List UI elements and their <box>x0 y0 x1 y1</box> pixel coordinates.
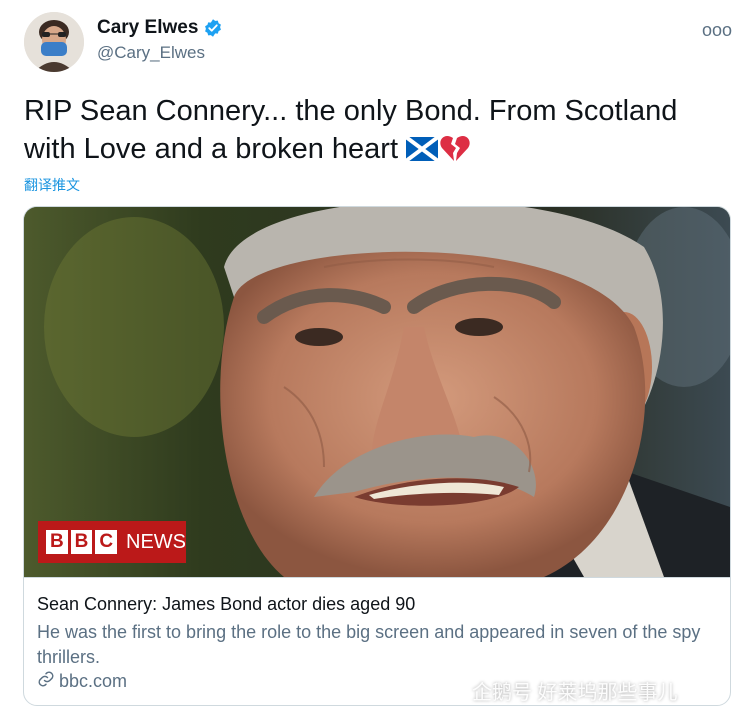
bbc-news-label: NEWS <box>126 530 187 553</box>
tweet-body: RIP Sean Connery... the only Bond. From … <box>24 95 678 165</box>
scotland-flag-icon <box>404 133 440 171</box>
tweet-text: RIP Sean Connery... the only Bond. From … <box>24 92 734 172</box>
card-domain[interactable]: bbc.com <box>37 670 127 693</box>
card-title[interactable]: Sean Connery: James Bond actor dies aged… <box>37 594 717 615</box>
bbc-letter: C <box>95 530 118 554</box>
card-domain-text: bbc.com <box>59 671 128 691</box>
link-preview-card[interactable]: B B C NEWS Sean Connery: James Bond acto… <box>23 206 731 706</box>
link-icon <box>37 670 55 693</box>
author-handle[interactable]: @Cary_Elwes <box>97 43 205 63</box>
bbc-letter: B <box>70 530 93 554</box>
tweet: Cary Elwes @Cary_Elwes ooo RIP Sean Conn… <box>0 0 752 717</box>
card-image[interactable]: B B C NEWS <box>24 207 730 577</box>
avatar-image <box>24 12 84 72</box>
display-name[interactable]: Cary Elwes <box>97 17 198 39</box>
verified-badge-icon <box>203 18 223 38</box>
more-options-icon: ooo <box>701 20 732 40</box>
author-name-row[interactable]: Cary Elwes <box>97 17 223 39</box>
watermark-text: 企鹅号 好莱坞那些事儿 <box>472 682 678 704</box>
translate-tweet-link[interactable]: 翻译推文 <box>24 175 80 195</box>
bbc-letter: B <box>46 530 68 554</box>
watermark: 企鹅号 好莱坞那些事儿 <box>444 676 678 705</box>
bbc-news-logo: B B C NEWS <box>38 521 186 563</box>
card-divider <box>24 577 730 578</box>
penguin-logo-icon <box>444 677 466 705</box>
card-description: He was the first to bring the role to th… <box>37 622 701 667</box>
more-options-button[interactable]: ooo <box>702 20 732 41</box>
broken-heart-icon <box>440 134 470 172</box>
avatar[interactable] <box>24 12 84 72</box>
